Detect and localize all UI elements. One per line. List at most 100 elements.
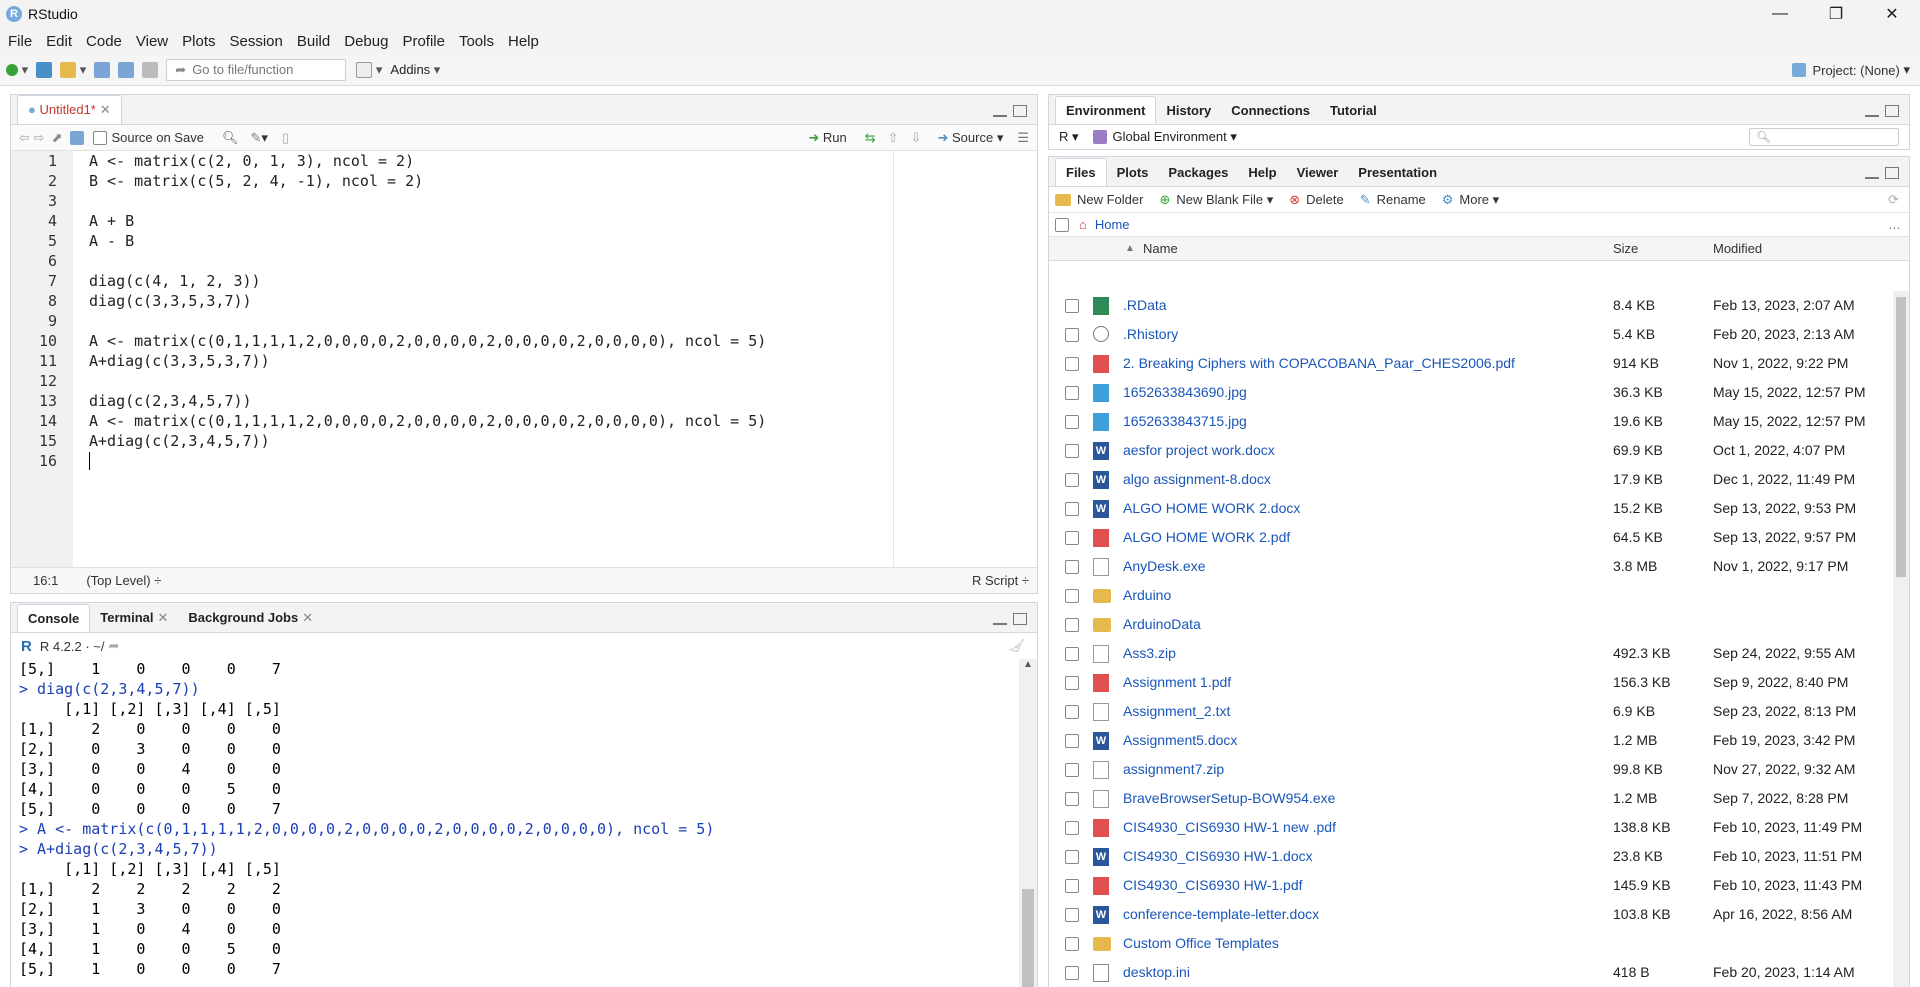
menu-plots[interactable]: Plots bbox=[182, 33, 215, 50]
file-row[interactable]: Waesfor project work.docx 69.9 KB Oct 1, 2… bbox=[1049, 436, 1887, 465]
file-checkbox[interactable] bbox=[1065, 676, 1079, 690]
menu-tools[interactable]: Tools bbox=[459, 33, 494, 50]
file-checkbox[interactable] bbox=[1065, 850, 1079, 864]
refresh-icon[interactable]: ⟳ bbox=[1888, 192, 1899, 208]
save-icon[interactable] bbox=[69, 130, 84, 145]
file-name-link[interactable]: .Rhistory bbox=[1123, 326, 1178, 342]
file-type-selector[interactable]: R Script ÷ bbox=[972, 573, 1029, 588]
scope-selector[interactable]: Global Environment ▾ bbox=[1113, 129, 1237, 145]
file-checkbox[interactable] bbox=[1065, 821, 1079, 835]
new-project-button[interactable] bbox=[36, 61, 53, 78]
file-checkbox[interactable] bbox=[1065, 618, 1079, 632]
tab-environment[interactable]: Environment bbox=[1055, 96, 1157, 124]
file-checkbox[interactable] bbox=[1065, 415, 1079, 429]
magic-wand-icon[interactable]: ✎ bbox=[250, 130, 261, 146]
file-name-link[interactable]: CIS4930_CIS6930 HW-1 new .pdf bbox=[1123, 819, 1336, 835]
file-name-link[interactable]: Assignment 1.pdf bbox=[1123, 674, 1231, 690]
outline-icon[interactable]: ☰ bbox=[1017, 130, 1029, 146]
environment-pane-minmax[interactable] bbox=[1865, 105, 1899, 117]
source-on-save-checkbox[interactable] bbox=[93, 130, 108, 145]
open-file-button[interactable]: ▾ bbox=[60, 61, 86, 78]
print-button[interactable] bbox=[142, 61, 159, 78]
file-row[interactable]: assignment7.zip 99.8 KB Nov 27, 2022, 9:32… bbox=[1049, 755, 1887, 784]
file-row[interactable]: 2. Breaking Ciphers with COPACOBANA_Paar… bbox=[1049, 349, 1887, 378]
file-name-link[interactable]: CIS4930_CIS6930 HW-1.docx bbox=[1123, 848, 1313, 864]
file-row[interactable]: Assignment_2.txt 6.9 KB Sep 23, 2022, 8:13… bbox=[1049, 697, 1887, 726]
code-editor[interactable]: 1 A <- matrix(c(2, 0, 1, 3), ncol = 2) 2 B … bbox=[11, 151, 1037, 567]
source-button[interactable]: ➜ Source ▾ bbox=[937, 130, 1003, 146]
maximize-pane-icon[interactable] bbox=[1885, 167, 1899, 179]
file-row[interactable]: W CIS4930_CIS6930 HW-1.docx 23.8 KB Feb 10,… bbox=[1049, 842, 1887, 871]
maximize-pane-icon[interactable] bbox=[1013, 105, 1027, 117]
file-name-link[interactable]: Custom Office Templates bbox=[1123, 935, 1279, 951]
file-row[interactable]: ArduinoData bbox=[1049, 610, 1887, 639]
addins-button[interactable]: Addins ▾ bbox=[390, 62, 440, 78]
tab-packages[interactable]: Packages bbox=[1158, 159, 1238, 186]
console-pane-minmax[interactable] bbox=[993, 613, 1027, 625]
file-row[interactable]: Custom Office Templates bbox=[1049, 929, 1887, 958]
layout-button[interactable]: ▾ bbox=[356, 61, 382, 78]
menu-help[interactable]: Help bbox=[508, 33, 539, 50]
file-name-link[interactable]: AnyDesk.exe bbox=[1123, 558, 1205, 574]
go-up-icon[interactable]: ⇧ bbox=[888, 130, 899, 146]
file-row[interactable]: AnyDesk.exe 3.8 MB Nov 1, 2022, 9:17 PM bbox=[1049, 552, 1887, 581]
maximize-pane-icon[interactable] bbox=[1013, 613, 1027, 625]
menu-build[interactable]: Build bbox=[297, 33, 330, 50]
files-pane-minmax[interactable] bbox=[1865, 167, 1899, 179]
file-row[interactable]: W Assignment5.docx 1.2 MB Feb 19, 2023, 3:4… bbox=[1049, 726, 1887, 755]
file-checkbox[interactable] bbox=[1065, 879, 1079, 893]
environment-search-input[interactable]: 🔍︎ bbox=[1749, 128, 1899, 146]
file-name-link[interactable]: CIS4930_CIS6930 HW-1.pdf bbox=[1123, 877, 1303, 893]
file-checkbox[interactable] bbox=[1065, 502, 1079, 516]
file-checkbox[interactable] bbox=[1065, 792, 1079, 806]
tab-tutorial[interactable]: Tutorial bbox=[1320, 97, 1387, 124]
go-to-dir-icon[interactable]: ➦ bbox=[109, 638, 120, 654]
file-row[interactable]: .RData 8.4 KB Feb 13, 2023, 2:07 AM bbox=[1049, 291, 1887, 320]
new-blank-file-button[interactable]: ⊕ New Blank File ▾ bbox=[1159, 192, 1273, 208]
file-row[interactable]: 1652633843715.jpg 19.6 KB May 15, 2022, 12… bbox=[1049, 407, 1887, 436]
menu-session[interactable]: Session bbox=[230, 33, 283, 50]
file-checkbox[interactable] bbox=[1065, 328, 1079, 342]
search-icon[interactable]: 🔍︎ bbox=[222, 130, 239, 146]
tab-terminal[interactable]: Terminal ✕ bbox=[90, 604, 178, 632]
file-name-link[interactable]: 1652633843715.jpg bbox=[1123, 413, 1247, 429]
file-name-link[interactable]: 2. Breaking Ciphers with COPACOBANA_Paar… bbox=[1123, 355, 1515, 371]
scroll-up-icon[interactable]: ▲ bbox=[1023, 659, 1033, 670]
file-name-link[interactable]: Assignment_2.txt bbox=[1123, 703, 1230, 719]
files-scrollbar[interactable] bbox=[1893, 291, 1909, 987]
file-checkbox[interactable] bbox=[1065, 386, 1079, 400]
back-arrow-icon[interactable]: ⇦ bbox=[19, 130, 30, 146]
file-checkbox[interactable] bbox=[1065, 299, 1079, 313]
delete-button[interactable]: ⊗ Delete bbox=[1289, 192, 1343, 208]
show-in-window-icon[interactable]: ⬈ bbox=[52, 130, 63, 146]
file-name-link[interactable]: BraveBrowserSetup-BOW954.exe bbox=[1123, 790, 1335, 806]
file-row[interactable]: desktop.ini 418 B Feb 20, 2023, 1:14 AM bbox=[1049, 958, 1887, 987]
scrollbar-thumb[interactable] bbox=[1896, 297, 1906, 577]
menu-code[interactable]: Code bbox=[86, 33, 122, 50]
file-name-link[interactable]: assignment7.zip bbox=[1123, 761, 1224, 777]
save-all-button[interactable] bbox=[118, 61, 135, 78]
file-checkbox[interactable] bbox=[1065, 908, 1079, 922]
file-row[interactable]: Wconference-template-letter.docx 103.8 KB… bbox=[1049, 900, 1887, 929]
file-checkbox[interactable] bbox=[1065, 589, 1079, 603]
scope-selector[interactable]: (Top Level) ÷ bbox=[86, 573, 161, 588]
file-checkbox[interactable] bbox=[1065, 966, 1079, 980]
file-row[interactable]: .Rhistory 5.4 KB Feb 20, 2023, 2:13 AM bbox=[1049, 320, 1887, 349]
close-jobs-icon[interactable]: ✕ bbox=[302, 610, 313, 625]
file-row[interactable]: Arduino bbox=[1049, 581, 1887, 610]
tab-presentation[interactable]: Presentation bbox=[1348, 159, 1447, 186]
forward-arrow-icon[interactable]: ⇨ bbox=[34, 130, 45, 146]
new-folder-button[interactable]: New Folder bbox=[1055, 192, 1143, 207]
tab-help[interactable]: Help bbox=[1238, 159, 1286, 186]
file-checkbox[interactable] bbox=[1065, 705, 1079, 719]
close-button[interactable]: ✕ bbox=[1864, 0, 1920, 28]
source-pane-minmax[interactable] bbox=[993, 105, 1027, 117]
tab-untitled1[interactable]: ● Untitled1* ✕ bbox=[17, 95, 122, 124]
file-checkbox[interactable] bbox=[1065, 473, 1079, 487]
new-file-button[interactable]: ▾ bbox=[6, 62, 28, 78]
file-checkbox[interactable] bbox=[1065, 734, 1079, 748]
scrollbar-thumb[interactable] bbox=[1022, 889, 1034, 987]
breadcrumb-home[interactable]: Home bbox=[1095, 217, 1130, 232]
close-terminal-icon[interactable]: ✕ bbox=[158, 610, 169, 625]
file-row[interactable]: 1652633843690.jpg 36.3 KB May 15, 2022, 12… bbox=[1049, 378, 1887, 407]
